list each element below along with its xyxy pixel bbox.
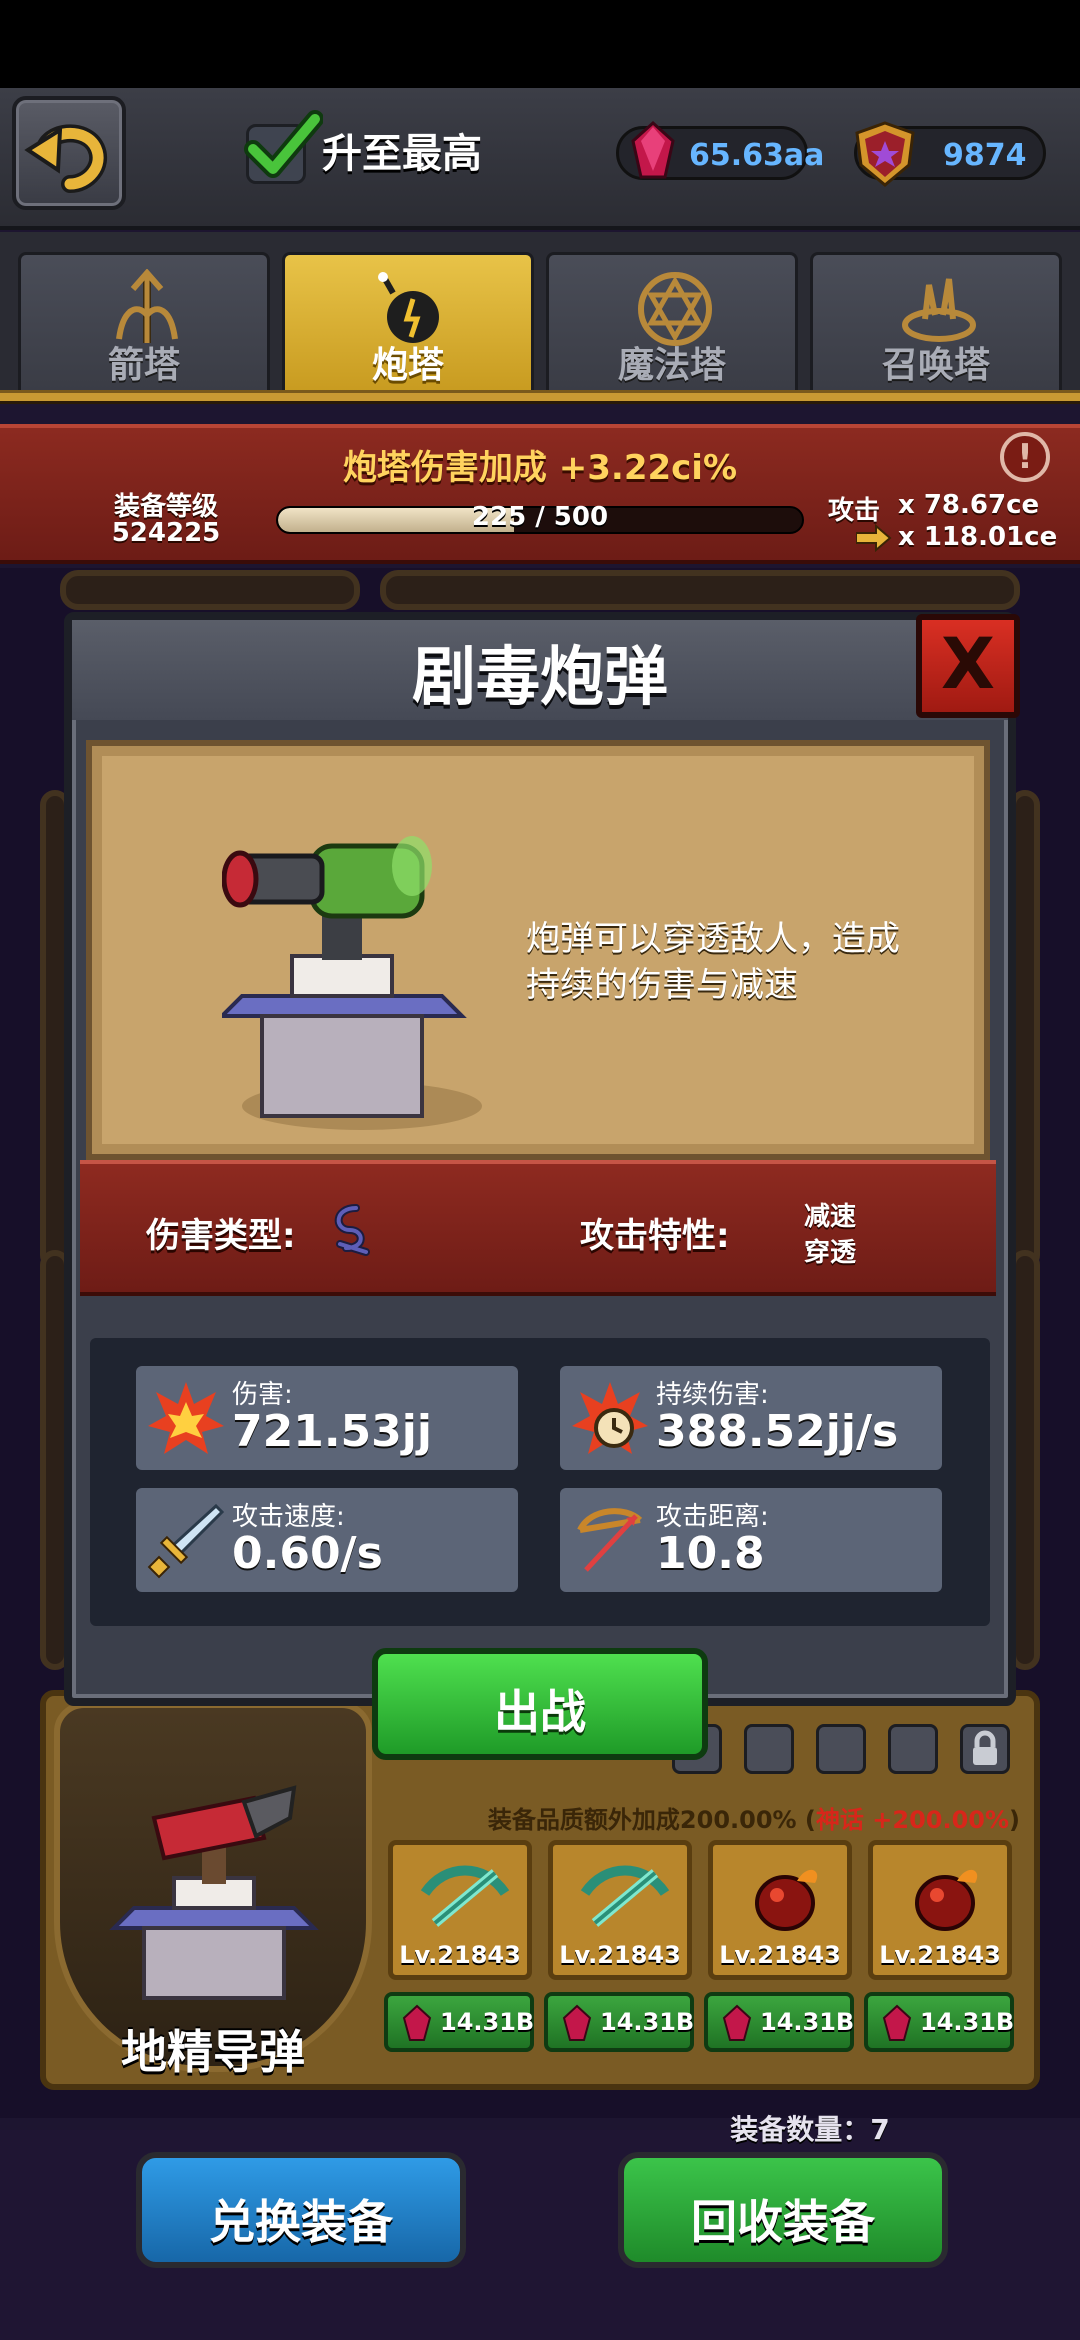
upgrade-equipment-button[interactable]: 14.31B <box>384 1992 534 2052</box>
deploy-label: 出战 <box>494 1685 586 1739</box>
stat-attack-range: 攻击距离: 10.8 <box>560 1488 942 1592</box>
gem-icon <box>402 2004 432 2041</box>
tab-label: 箭塔 <box>107 345 180 386</box>
poison-cannon-tower-icon <box>222 836 482 1130</box>
modal-title: 剧毒炮弹 <box>412 641 668 715</box>
arrow-right-icon <box>856 524 892 552</box>
gem-icon <box>722 2004 752 2041</box>
upgrade-price: 14.31B <box>920 2008 1015 2036</box>
stat-attack-speed: 攻击速度: 0.60/s <box>136 1488 518 1592</box>
stat-damage-over-time: 持续伤害: 388.52jj/s <box>560 1366 942 1470</box>
gem-counter: 65.63aa <box>616 121 824 180</box>
locked-slot[interactable] <box>960 1724 1010 1774</box>
equip-level-value: 524225 <box>111 518 221 548</box>
upgrade-equipment-button[interactable]: 14.31B <box>704 1992 854 2052</box>
stat-value: 10.8 <box>656 1528 765 1579</box>
tab-label: 炮塔 <box>371 345 444 386</box>
upgrade-price: 14.31B <box>760 2008 855 2036</box>
shield-medal-icon <box>855 121 915 187</box>
bonus-title: 炮塔伤害加成 +3.22ci% <box>0 440 1080 489</box>
trait-pierce: 穿透 <box>804 1238 857 1268</box>
equipment-slot[interactable] <box>888 1724 938 1774</box>
equipment-count: 装备数量：7 <box>730 2113 890 2146</box>
undo-arrow-icon <box>24 124 107 193</box>
equipment-slot[interactable] <box>816 1724 866 1774</box>
upgrade-equipment-button[interactable]: 14.31B <box>864 1992 1014 2052</box>
recycle-label: 回收装备 <box>691 2195 875 2249</box>
stat-value: 388.52jj/s <box>656 1406 899 1457</box>
crossbow-icon <box>580 1865 670 1927</box>
sword-icon <box>147 1503 225 1579</box>
stat-value: 0.60/s <box>232 1528 383 1579</box>
upgrade-price: 14.31B <box>440 2008 535 2036</box>
info-button[interactable]: ! <box>1000 432 1050 482</box>
damage-type-label: 伤害类型: <box>146 1216 296 1256</box>
crossbow-icon <box>420 1865 510 1927</box>
tower-name: 地精导弹 <box>121 2025 305 2079</box>
gem-icon <box>631 121 675 179</box>
trait-slow: 减速 <box>804 1202 857 1232</box>
bow-icon <box>577 1508 643 1572</box>
equipment-level: Lv.21843 <box>719 1941 841 1969</box>
fire-bomb-icon <box>915 1869 978 1931</box>
exchange-equipment-button[interactable]: 兑换装备 <box>136 2152 466 2268</box>
status-bar <box>0 0 1080 88</box>
fire-bomb-icon <box>755 1869 818 1931</box>
missile-tower-icon <box>109 1785 319 2000</box>
bonus-value: +3.22ci% <box>558 448 738 488</box>
equipment-description: 炮弹可以穿透敌人，造成持续的伤害与减速 <box>526 919 900 1005</box>
tab-label: 魔法塔 <box>617 345 726 386</box>
checkmark-icon <box>244 110 323 178</box>
quality-note-suffix: ) <box>1009 1806 1020 1834</box>
upgrade-equipment-button[interactable]: 14.31B <box>544 1992 694 2052</box>
max-upgrade-checkbox[interactable] <box>244 110 323 184</box>
bonus-label: 炮塔伤害加成 <box>342 448 547 488</box>
stat-damage: 伤害: 721.53jj <box>136 1366 518 1470</box>
tab-label: 召唤塔 <box>881 345 990 386</box>
level-progress-text: 225 / 500 <box>471 502 609 532</box>
equipment-card[interactable]: Lv.21843 <box>548 1840 692 1980</box>
equipment-card[interactable]: Lv.21843 <box>868 1840 1012 1980</box>
stat-value: 721.53jj <box>232 1406 432 1457</box>
equipment-slot[interactable] <box>744 1724 794 1774</box>
quality-bonus-note: 装备品质额外加成200.00% (神话 +200.00%) <box>380 1800 1020 1835</box>
equipment-card[interactable]: Lv.21843 <box>388 1840 532 1980</box>
gem-icon <box>882 2004 912 2041</box>
tab-arrow-tower[interactable]: 箭塔 <box>18 252 270 392</box>
attack-trait-label: 攻击特性: <box>580 1216 730 1256</box>
exchange-label: 兑换装备 <box>209 2195 393 2249</box>
fire-burst-icon <box>148 1382 224 1454</box>
lock-icon <box>973 1730 997 1765</box>
back-button[interactable] <box>12 96 126 210</box>
quality-note-mythic: 神话 +200.00% <box>815 1806 1010 1834</box>
tab-summon-tower[interactable]: 召唤塔 <box>810 252 1062 392</box>
fire-clock-icon <box>572 1382 648 1454</box>
medal-amount: 9874 <box>943 138 1027 173</box>
attack-value: x 78.67ce <box>898 490 1040 520</box>
equipment-card[interactable]: Lv.21843 <box>708 1840 852 1980</box>
equipment-level: Lv.21843 <box>559 1941 681 1969</box>
quality-note-text: 装备品质额外加成200.00% ( <box>487 1806 816 1834</box>
max-upgrade-label: 升至最高 <box>322 131 482 177</box>
tab-magic-tower[interactable]: 魔法塔 <box>546 252 798 392</box>
recycle-equipment-button[interactable]: 回收装备 <box>618 2152 948 2268</box>
upgrade-price: 14.31B <box>600 2008 695 2036</box>
close-button[interactable]: X <box>916 614 1020 718</box>
gem-amount: 65.63aa <box>689 138 825 173</box>
tab-divider <box>0 390 1080 404</box>
attack-next-value: x 118.01ce <box>898 522 1058 552</box>
poison-swirl-icon <box>334 1204 370 1256</box>
medal-counter: 9874 <box>854 121 1046 187</box>
tab-bomb-tower[interactable]: 炮塔 <box>282 252 534 392</box>
attack-label: 攻击 <box>828 496 881 526</box>
equipment-level: Lv.21843 <box>879 1941 1001 1969</box>
equipment-level: Lv.21843 <box>399 1941 521 1969</box>
gem-icon <box>562 2004 592 2041</box>
